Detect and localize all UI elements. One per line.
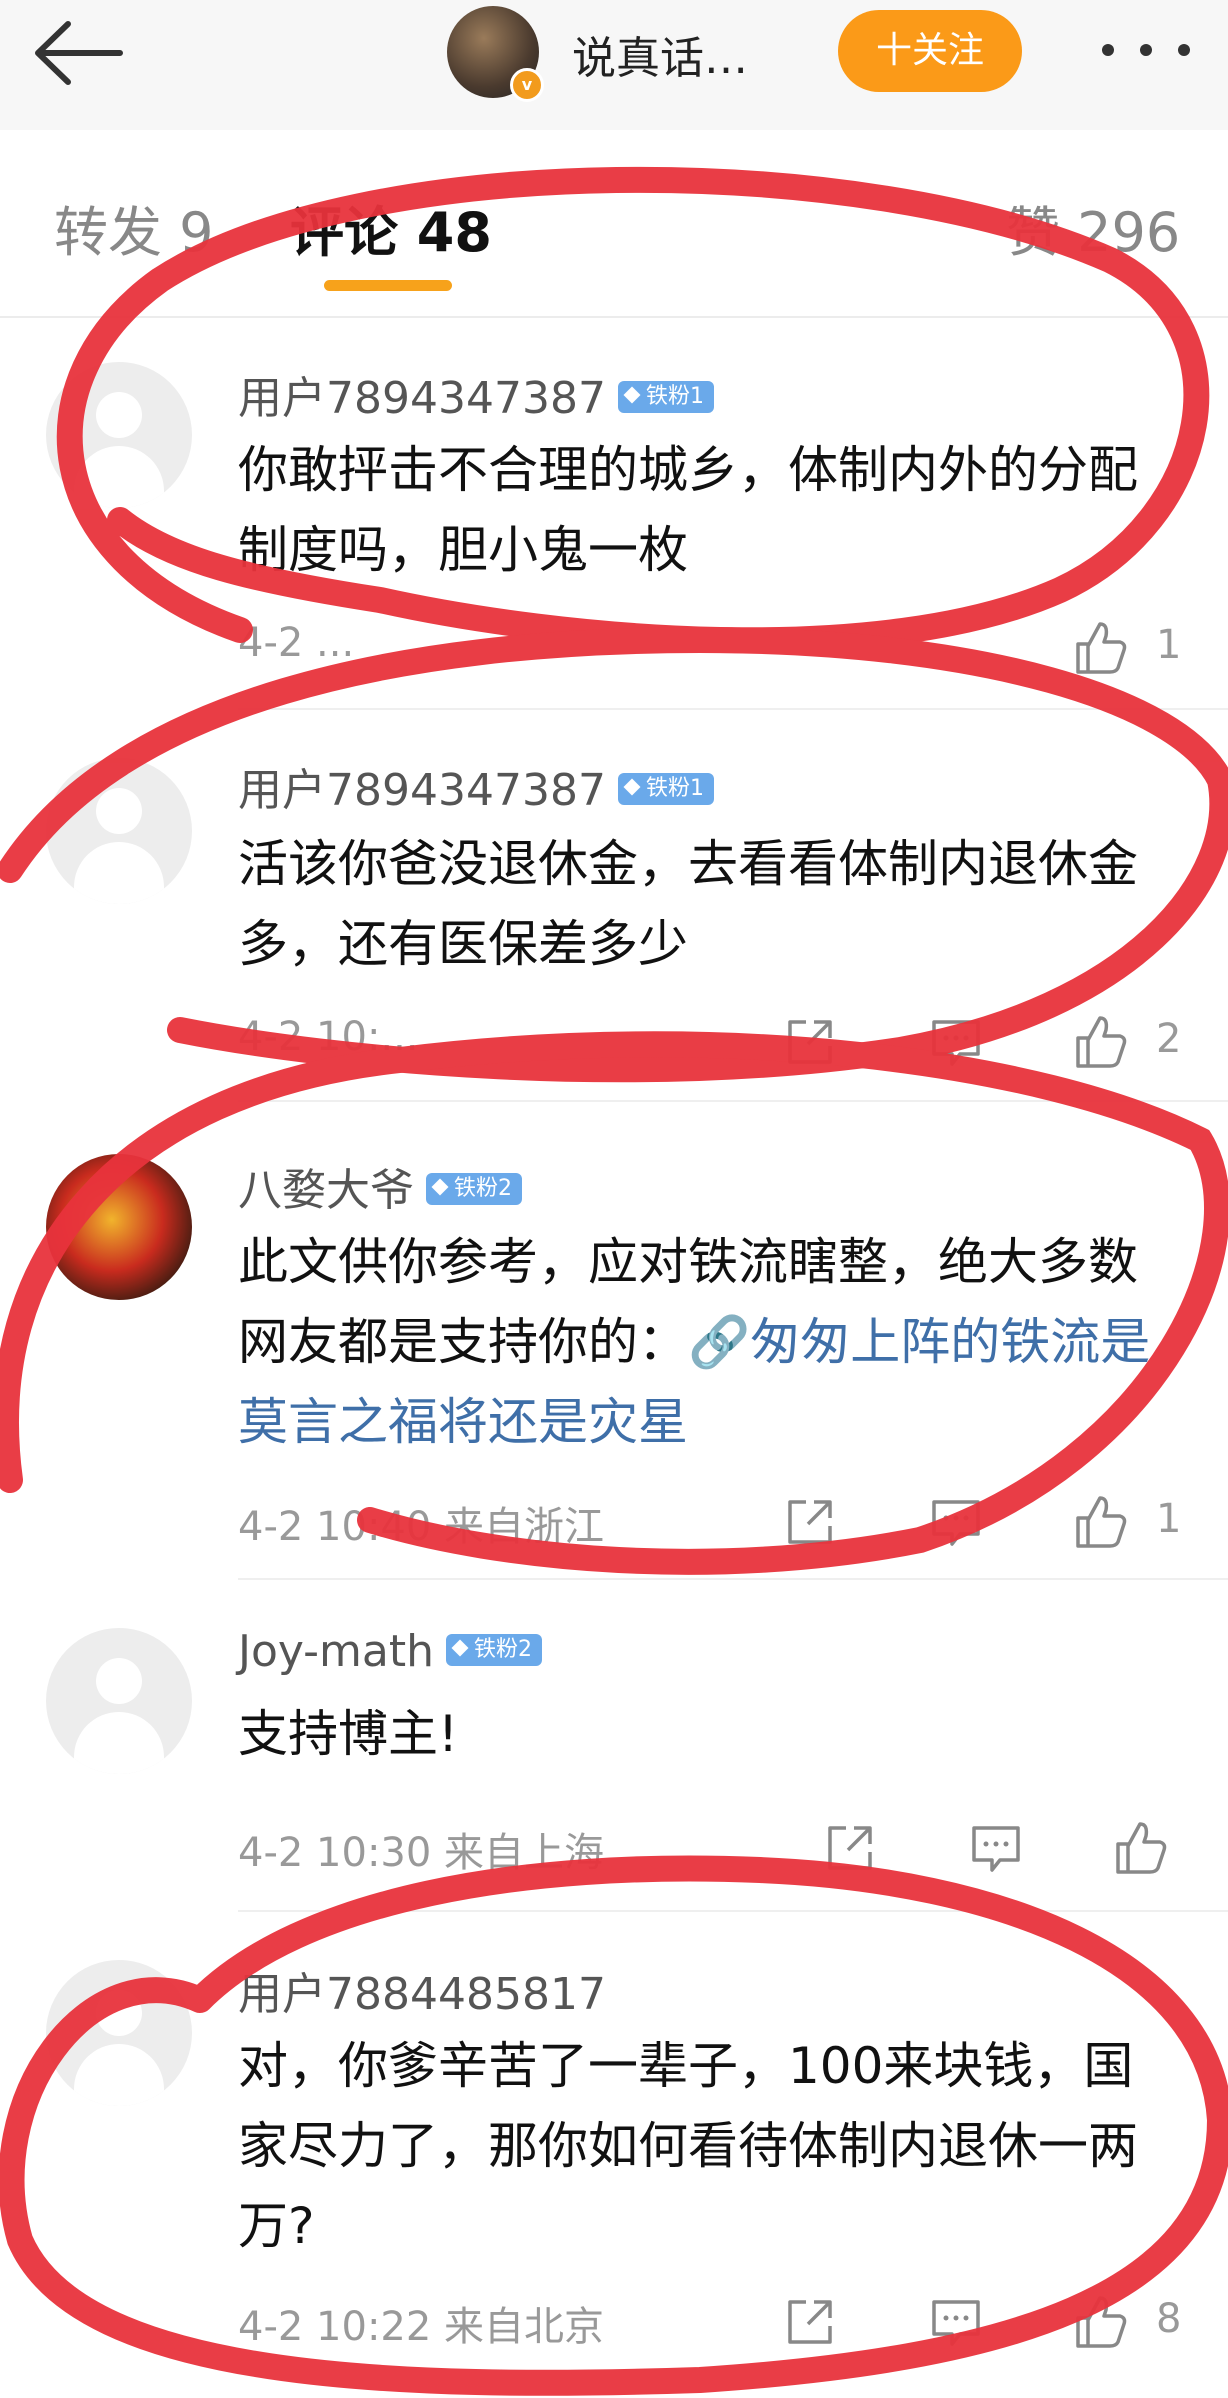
comment-item: 八婺大爷 铁粉2 此文供你参考，应对铁流瞎整，绝大多数网友都是支持你的：🔗匆匆上阵… <box>0 1104 1228 1580</box>
comment-user[interactable]: 用户7894347387 铁粉1 <box>238 754 714 818</box>
fan-badge: 铁粉2 <box>446 1634 543 1666</box>
avatar[interactable] <box>46 1154 192 1300</box>
like-count: 8 <box>1156 2296 1182 2342</box>
user-name[interactable]: 用户7884485817 <box>238 1969 606 2020</box>
active-tab-indicator <box>324 280 452 291</box>
divider <box>238 708 1228 710</box>
user-name[interactable]: 八婺大爷 <box>238 1165 414 1216</box>
share-icon[interactable] <box>780 1492 840 1552</box>
tab-reposts[interactable]: 转发 9 <box>54 188 214 267</box>
divider <box>238 1578 1228 1580</box>
avatar[interactable] <box>46 1628 192 1774</box>
diamond-icon <box>623 386 641 404</box>
fan-badge: 铁粉2 <box>426 1173 522 1205</box>
comment-icon[interactable] <box>926 2292 986 2352</box>
comment-actions: 8 <box>780 2292 1200 2352</box>
avatar[interactable] <box>46 1960 192 2106</box>
comment-actions <box>780 1818 1200 1878</box>
like-count: 1 <box>1156 622 1182 668</box>
comment-user[interactable]: 用户7894347387 铁粉1 <box>238 362 714 426</box>
fan-badge-label: 铁粉1 <box>645 384 704 409</box>
comment-item: 用户7894347387 铁粉1 活该你爸没退休金，去看看体制内退休金多，还有医保… <box>0 712 1228 1102</box>
comment-text: 活该你爸没退休金，去看看体制内退休金多，还有医保差多少 <box>238 835 1138 973</box>
comment-meta: 4-2 ... <box>238 620 355 666</box>
blogger-name[interactable]: 说真话… <box>572 22 748 86</box>
comment-meta: 4-2 10:30 来自上海 <box>238 1830 605 1876</box>
comment-icon[interactable] <box>966 1818 1026 1878</box>
comment-meta: 4-2 10:... <box>238 1014 419 1060</box>
fan-badge-label: 铁粉1 <box>645 776 704 801</box>
fan-badge: 铁粉1 <box>617 773 714 805</box>
fan-badge-label: 铁粉2 <box>474 1637 533 1662</box>
like-icon[interactable] <box>1070 618 1130 678</box>
comment-icon[interactable] <box>926 1012 986 1072</box>
comment-item: 用户7894347387 铁粉1 你敢抨击不合理的城乡，体制内外的分配制度吗，胆小… <box>0 330 1228 710</box>
comment-item: Joy-math 铁粉2 支持博主! 4-2 10:30 来自上海 <box>0 1582 1228 1912</box>
comment-actions: 1 <box>780 618 1200 678</box>
diamond-icon <box>451 1639 469 1657</box>
diamond-icon <box>431 1178 449 1196</box>
comment-actions: 1 <box>780 1492 1200 1552</box>
like-icon[interactable] <box>1070 1492 1130 1552</box>
avatar[interactable] <box>46 758 192 904</box>
comment-text: 支持博主! <box>238 1705 459 1763</box>
top-bar: v 说真话… 十关注 <box>0 0 1228 130</box>
comment-text: 对，你爹辛苦了一辈子，100来块钱，国家尽力了，那你如何看待体制内退休一两万? <box>238 2037 1138 2255</box>
avatar[interactable] <box>46 362 192 508</box>
like-icon[interactable] <box>1070 1012 1130 1072</box>
comment-meta: 4-2 10:40 来自浙江 <box>238 1504 605 1550</box>
fan-badge-label: 铁粉2 <box>454 1176 512 1201</box>
verified-badge: v <box>510 68 544 102</box>
like-count: 1 <box>1156 1496 1182 1542</box>
share-icon[interactable] <box>820 1818 880 1878</box>
share-icon[interactable] <box>780 2292 840 2352</box>
divider <box>238 1910 1228 1912</box>
user-name[interactable]: Joy-math <box>238 1626 434 1677</box>
comment-icon[interactable] <box>926 1492 986 1552</box>
share-icon[interactable] <box>780 1012 840 1072</box>
user-name[interactable]: 用户7894347387 <box>238 765 606 816</box>
tab-comments[interactable]: 评论 48 <box>290 188 492 267</box>
tab-bar: 转发 9 评论 48 赞 296 <box>0 130 1228 310</box>
like-count: 2 <box>1156 1016 1182 1062</box>
fan-badge: 铁粉1 <box>617 381 714 413</box>
tab-likes[interactable]: 赞 296 <box>1006 188 1180 267</box>
follow-button[interactable]: 十关注 <box>838 10 1022 92</box>
comment-user[interactable]: 用户7884485817 <box>238 1958 606 2022</box>
comment-item: 用户7884485817 对，你爹辛苦了一辈子，100来块钱，国家尽力了，那你如… <box>0 1914 1228 2398</box>
comment-text: 此文供你参考，应对铁流瞎整，绝大多数网友都是支持你的：🔗匆匆上阵的铁流是莫言之福… <box>238 1222 1178 1462</box>
divider <box>0 316 1228 318</box>
like-icon[interactable] <box>1110 1818 1170 1878</box>
comment-user[interactable]: 八婺大爷 铁粉2 <box>238 1154 522 1218</box>
comment-user[interactable]: Joy-math 铁粉2 <box>238 1626 543 1677</box>
comment-meta: 4-2 10:22 来自北京 <box>238 2304 605 2350</box>
diamond-icon <box>623 778 641 796</box>
more-icon[interactable] <box>1096 30 1196 70</box>
divider <box>238 1100 1228 1102</box>
comment-text: 你敢抨击不合理的城乡，体制内外的分配制度吗，胆小鬼一枚 <box>238 441 1138 579</box>
user-name[interactable]: 用户7894347387 <box>238 373 606 424</box>
back-arrow-icon[interactable] <box>30 18 130 88</box>
like-icon[interactable] <box>1070 2292 1130 2352</box>
comment-actions: 2 <box>780 1012 1200 1072</box>
